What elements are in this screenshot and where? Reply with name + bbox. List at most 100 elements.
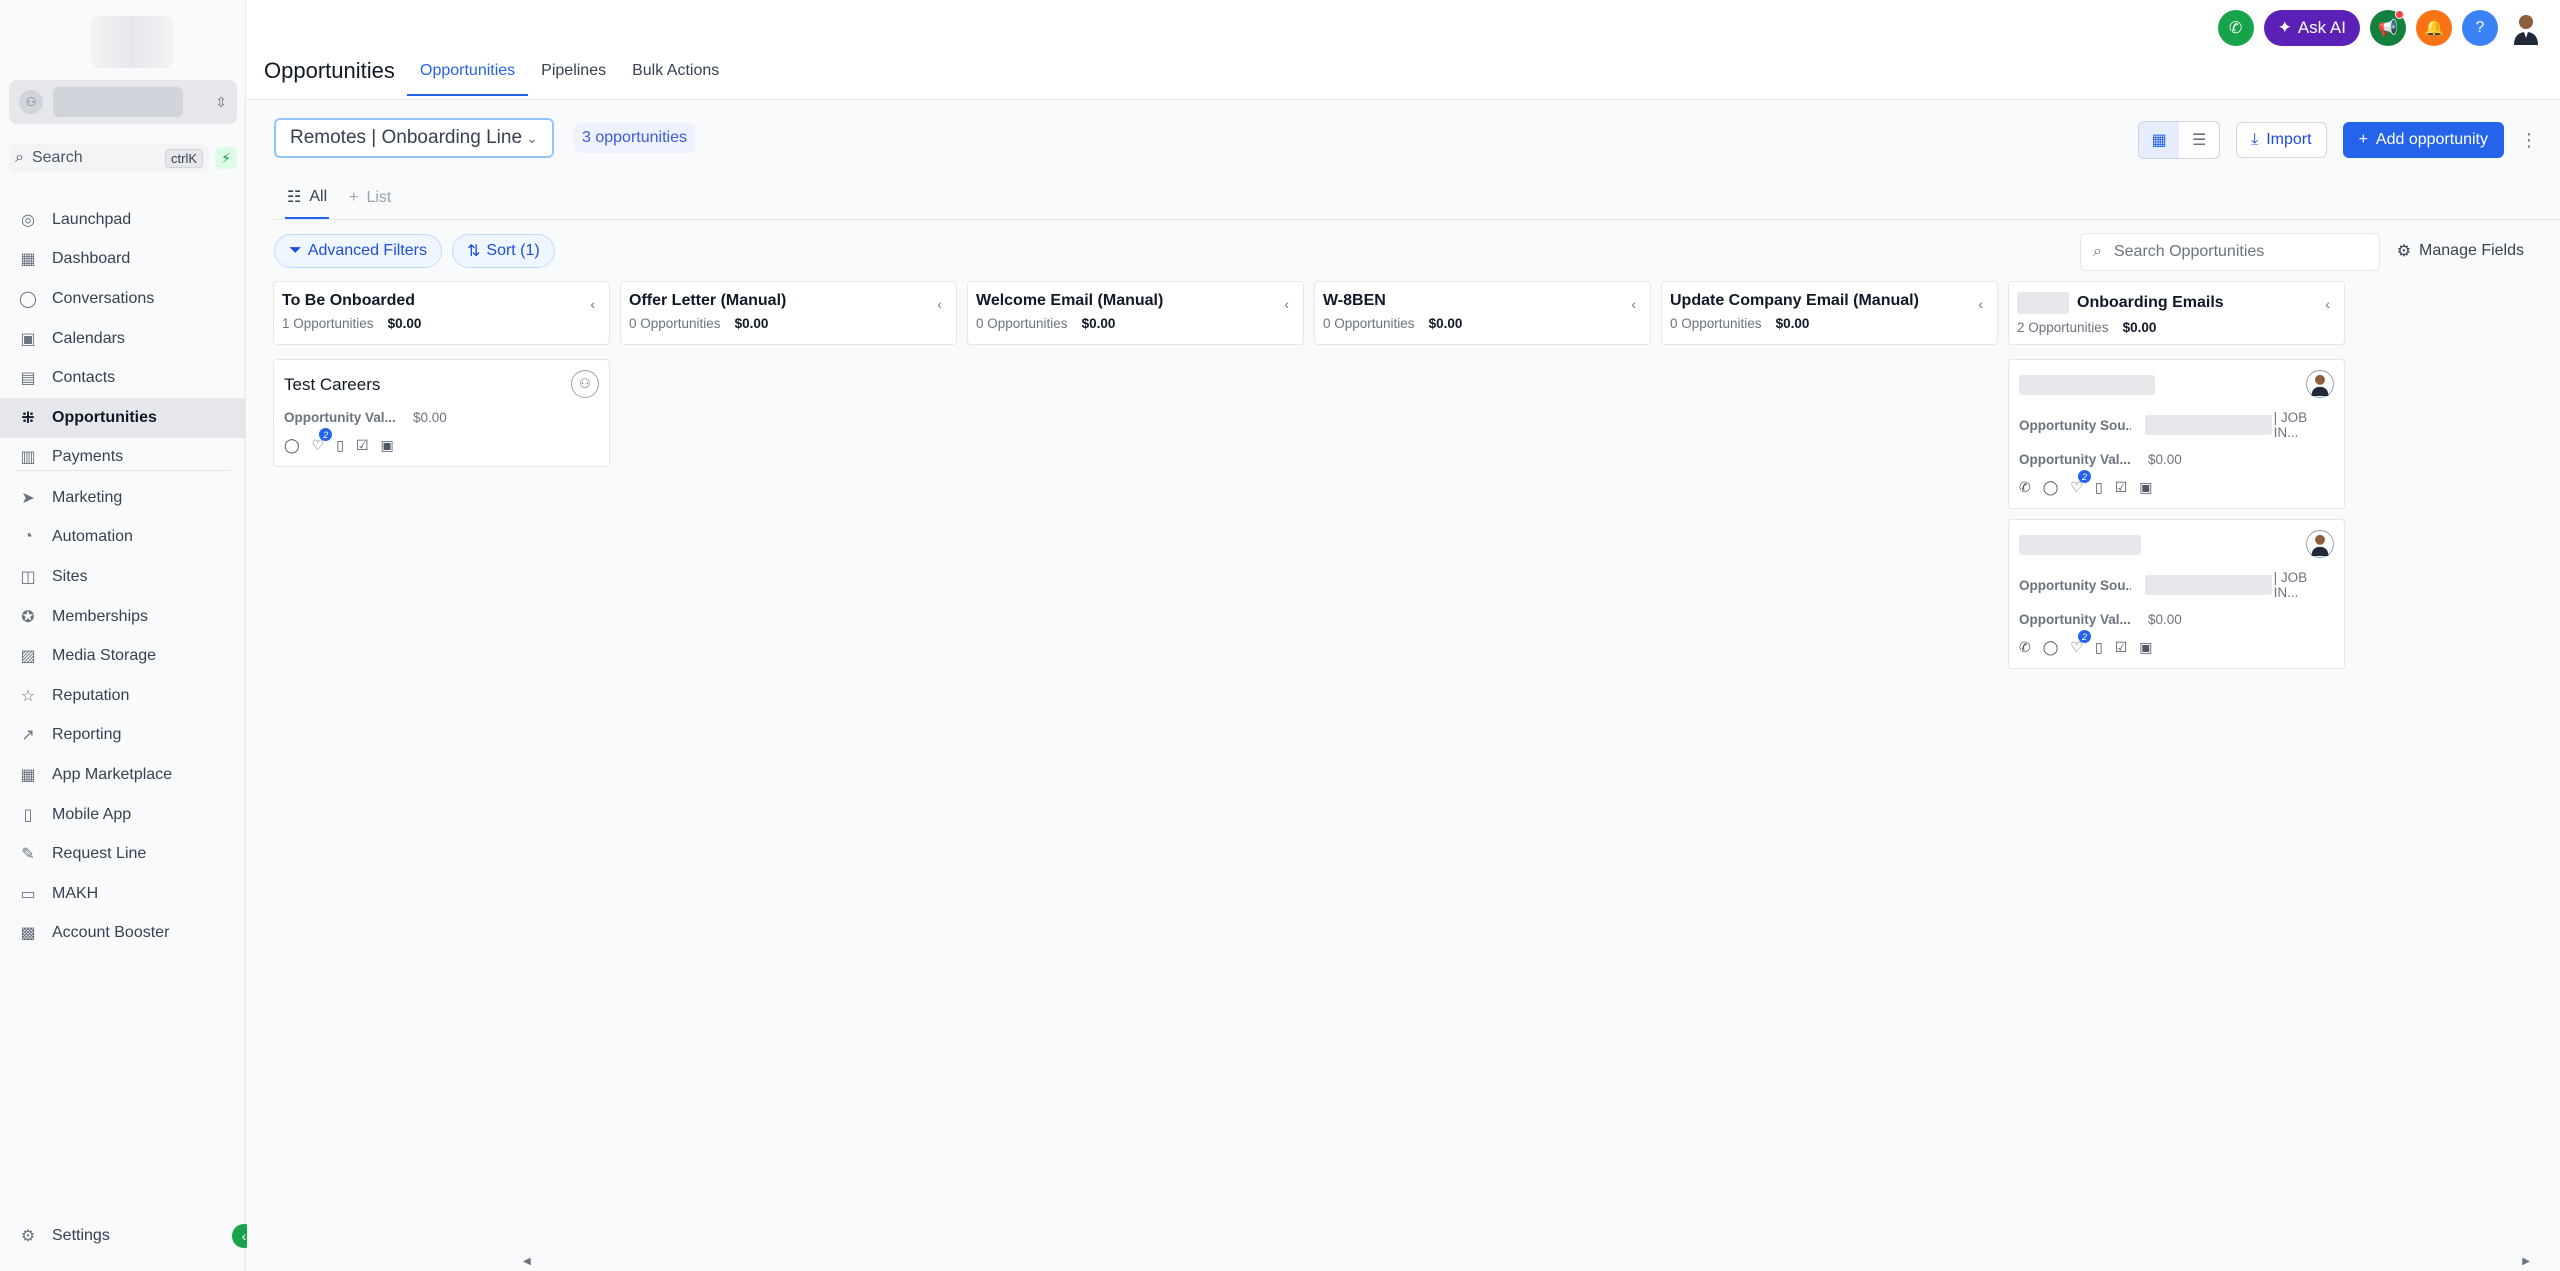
search-shortcut: ctrlK (165, 148, 203, 168)
megaphone-icon[interactable]: 📢 (2370, 10, 2406, 46)
ask-ai-button[interactable]: ✦ Ask AI (2263, 10, 2360, 46)
import-button[interactable]: ⤓ Import (2236, 122, 2327, 158)
ask-ai-label: Ask AI (2297, 18, 2346, 37)
tab-opportunities[interactable]: Opportunities (407, 52, 529, 96)
sidebar-item-media-storage[interactable]: ▨ Media Storage (0, 636, 246, 676)
note-icon[interactable]: ▯ (2095, 479, 2103, 496)
collapse-column-icon[interactable]: ‹ (1978, 296, 1983, 312)
sidebar-item-memberships[interactable]: ✪ Memberships (0, 597, 246, 637)
grid-view-icon[interactable]: ▦ (2139, 122, 2180, 158)
sort-button[interactable]: ⇅ Sort (1) (451, 234, 555, 268)
task-icon[interactable]: ☑ (356, 437, 369, 454)
sidebar-item-conversations[interactable]: ◯ Conversations (0, 279, 246, 319)
column-header: Update Company Email (Manual) 0 Opportun… (1661, 281, 1998, 345)
search-icon: ⌕ (2093, 243, 2102, 260)
profile-avatar[interactable] (2508, 10, 2544, 46)
sidebar-item-makh[interactable]: ▭ MAKH (0, 874, 246, 914)
column-count: 0 Opportunities (976, 316, 1068, 331)
pipeline-select[interactable]: Remotes | Onboarding Line ⌄ (274, 118, 554, 158)
collapse-column-icon[interactable]: ‹ (2325, 296, 2330, 312)
message-icon[interactable]: ◯ (284, 437, 300, 454)
task-icon[interactable]: ☑ (2115, 479, 2128, 496)
kanban-board: To Be Onboarded 1 Opportunities $0.00 ‹ T… (273, 281, 2345, 669)
scroll-left-arrow-icon[interactable]: ◀ (523, 1256, 531, 1267)
sidebar-item-request-line[interactable]: ✎ Request Line (0, 834, 246, 874)
sidebar-search[interactable]: ⌕ Search ctrlK (9, 144, 209, 172)
sidebar-item-opportunities[interactable]: ⁜ Opportunities (0, 397, 246, 438)
tag-icon[interactable]: ♡ 2 (312, 428, 333, 454)
phone-icon[interactable]: ✆ (2019, 639, 2031, 656)
sidebar-item-account-booster[interactable]: ▩ Account Booster (0, 914, 246, 954)
collapse-column-icon[interactable]: ‹ (590, 296, 595, 312)
sidebar-item-calendars[interactable]: ▣ Calendars (0, 319, 246, 359)
tab-bulk-actions[interactable]: Bulk Actions (619, 52, 732, 96)
card-actions: ◯ ♡ 2 ▯ ☑ ▣ (284, 428, 599, 454)
sites-icon: ◫ (20, 568, 36, 586)
opportunity-title-redacted (2019, 535, 2141, 555)
account-switcher[interactable]: ⚇ ⇳ (9, 80, 237, 124)
add-list-tab[interactable]: + List (347, 185, 393, 217)
note-icon[interactable]: ▯ (336, 437, 344, 454)
bell-icon[interactable]: 🔔 (2416, 10, 2452, 46)
column-count: 1 Opportunities (282, 316, 374, 331)
opportunities-icon: ⁜ (21, 409, 35, 427)
calendar-icon[interactable]: ▣ (2139, 479, 2152, 496)
sidebar-item-label: Automation (52, 528, 133, 546)
pipeline-select-value: Remotes | Onboarding Line (290, 127, 523, 148)
reporting-icon: ↗ (21, 727, 35, 745)
advanced-filters-button[interactable]: ⏷ Advanced Filters (274, 234, 442, 268)
sidebar-item-sites[interactable]: ◫ Sites (0, 557, 246, 597)
sidebar-item-automation[interactable]: ◔ Automation (0, 518, 246, 558)
agency-logo[interactable] (90, 16, 174, 68)
phone-icon[interactable]: ✆ (2217, 10, 2254, 46)
phone-icon[interactable]: ✆ (2019, 479, 2031, 496)
calendar-icon[interactable]: ▣ (381, 437, 394, 454)
sidebar-item-reputation[interactable]: ☆ Reputation (0, 676, 246, 716)
sidebar-item-dashboard[interactable]: ▦ Dashboard (0, 240, 246, 280)
more-options-icon[interactable]: ⋮ (2520, 130, 2538, 151)
calendar-icon[interactable]: ▣ (2139, 639, 2152, 656)
opportunity-card[interactable]: Opportunity Sou... | JOB IN... Opportuni… (2008, 359, 2345, 509)
collapse-column-icon[interactable]: ‹ (1631, 296, 1636, 312)
sidebar-item-marketing[interactable]: ➤ Marketing (0, 478, 246, 518)
help-icon[interactable]: ? (2462, 10, 2498, 46)
add-opportunity-button[interactable]: + Add opportunity (2342, 122, 2504, 158)
sidebar-item-contacts[interactable]: ▤ Contacts (0, 358, 246, 398)
subtabs-divider (274, 219, 2560, 220)
search-icon: ⌕ (15, 149, 24, 166)
tab-pipelines[interactable]: Pipelines (528, 52, 619, 96)
search-opportunities-input[interactable]: ⌕ Search Opportunities (2080, 233, 2380, 271)
sidebar-item-app-marketplace[interactable]: ▦ App Marketplace (0, 755, 246, 795)
top-actions: ✆ ✦ Ask AI 📢 🔔 ? (2217, 10, 2544, 46)
message-icon[interactable]: ◯ (2043, 479, 2059, 496)
opportunity-card[interactable]: Test Careers ⚇ Opportunity Val... $0.00 … (273, 359, 610, 467)
owner-avatar[interactable] (2306, 370, 2334, 398)
collapse-column-icon[interactable]: ‹ (1284, 296, 1289, 312)
manage-fields-button[interactable]: ⚙ Manage Fields (2397, 241, 2524, 261)
sidebar-item-mobile-app[interactable]: ▯ Mobile App (0, 795, 246, 835)
tab-all[interactable]: ☷ All (285, 183, 330, 219)
sidebar-item-label: Reputation (52, 686, 130, 704)
opportunity-card[interactable]: Opportunity Sou... | JOB IN... Opportuni… (2008, 519, 2345, 669)
tag-icon[interactable]: ♡ 2 (2070, 470, 2091, 496)
sidebar-item-payments[interactable]: ▥ Payments (0, 438, 246, 478)
sidebar-item-reporting[interactable]: ↗ Reporting (0, 716, 246, 756)
assign-user-icon[interactable]: ⚇ (571, 370, 599, 398)
sidebar-item-label: Opportunities (52, 408, 157, 426)
collapse-column-icon[interactable]: ‹ (937, 296, 942, 312)
tag-icon[interactable]: ♡ 2 (2070, 630, 2091, 656)
note-icon[interactable]: ▯ (2095, 639, 2103, 656)
task-icon[interactable]: ☑ (2115, 639, 2128, 656)
tag-count-badge: 2 (2077, 630, 2091, 643)
list-view-icon[interactable]: ☰ (2179, 122, 2219, 158)
sidebar-item-settings[interactable]: ⚙ Settings (0, 1216, 246, 1256)
sidebar-item-launchpad[interactable]: ◎ Launchpad (0, 200, 246, 240)
sidebar-settings: ⚙ Settings (0, 1216, 246, 1256)
tab-all-label: All (309, 188, 328, 205)
owner-avatar[interactable] (2306, 530, 2334, 558)
message-icon[interactable]: ◯ (2043, 639, 2059, 656)
quick-action-bolt-icon[interactable]: ⚡ (215, 147, 237, 169)
scroll-right-arrow-icon[interactable]: ▶ (2522, 1256, 2530, 1267)
chevron-up-down-icon: ⇳ (215, 93, 227, 110)
makh-icon: ▭ (20, 885, 36, 903)
